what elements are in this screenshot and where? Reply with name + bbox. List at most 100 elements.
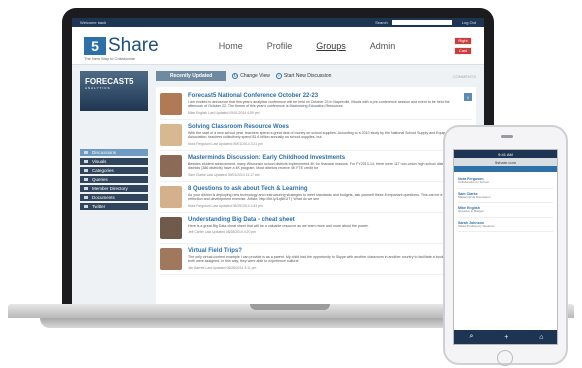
right-button[interactable]: Right bbox=[454, 36, 472, 45]
main-nav: Home Profile Groups Admin bbox=[219, 41, 396, 51]
comments-header: COMMENTS bbox=[452, 73, 476, 79]
discussion-list: Forecast5 National Conference October 22… bbox=[156, 87, 476, 304]
logo-text: Share bbox=[108, 34, 159, 56]
queries-icon bbox=[84, 178, 88, 181]
avatar bbox=[160, 186, 182, 208]
phone-item-title: Masterminds Discussion bbox=[458, 194, 491, 199]
sidebar-item-label: Member Directory bbox=[92, 186, 128, 191]
tab-recently-updated[interactable]: Recently Updated bbox=[156, 71, 227, 81]
list-item[interactable]: 8 Questions to ask about Tech & Learning… bbox=[160, 182, 472, 213]
logout-link[interactable]: Log Out bbox=[462, 20, 476, 25]
nav-home[interactable]: Home bbox=[219, 41, 243, 51]
sidebar-item-label: Categories bbox=[92, 168, 114, 173]
phone-address-bar[interactable]: 5share.com bbox=[454, 158, 557, 166]
view-tabs: Recently Updated ↻ Change View + Start New… bbox=[156, 71, 476, 81]
documents-icon bbox=[84, 196, 88, 199]
post-title[interactable]: Solving Classroom Resource Woes bbox=[188, 124, 472, 130]
post-excerpt: As your district is deploying new techno… bbox=[188, 193, 459, 202]
post-meta: Sam Clarke Last Updated 09/01/2014 11:17… bbox=[188, 172, 260, 177]
post-meta: Mike English Last Updated 09/01/2014 4:5… bbox=[188, 110, 260, 115]
sidebar-item-label: Visuals bbox=[92, 159, 107, 164]
change-view-link[interactable]: ↻ Change View bbox=[232, 73, 270, 79]
list-item[interactable]: Sarah Johnson Tablet-Proficiency Students bbox=[458, 218, 553, 233]
list-item[interactable]: Sam Clarke Masterminds Discussion bbox=[458, 189, 553, 204]
post-title[interactable]: 8 Questions to ask about Tech & Learning bbox=[188, 186, 472, 192]
sidebar-item-label: Documents bbox=[92, 195, 115, 200]
categories-icon bbox=[84, 169, 88, 172]
forecast5-banner[interactable]: FORECAST5 ANALYTICS bbox=[80, 71, 148, 111]
search-icon[interactable]: ⌕ bbox=[469, 333, 473, 341]
sidebar-item-label: Twitter bbox=[92, 204, 106, 209]
list-item[interactable]: Understanding Big Data - cheat sheet Her… bbox=[160, 213, 472, 244]
post-title[interactable]: Virtual Field Trips? bbox=[188, 248, 472, 254]
nav-profile[interactable]: Profile bbox=[267, 41, 293, 51]
post-title[interactable]: Forecast5 National Conference October 22… bbox=[188, 93, 452, 99]
sidebar-item-documents[interactable]: Documents bbox=[80, 194, 148, 201]
post-excerpt: Besides student achievement, many Wiscon… bbox=[188, 162, 467, 171]
tagline: The New Way to Collaborate bbox=[84, 56, 135, 61]
plus-icon: + bbox=[275, 73, 282, 79]
top-bar: Welcome back Search Log Out bbox=[72, 18, 484, 27]
phone-status-bar: 9:41 AM bbox=[454, 150, 557, 158]
change-view-label: Change View bbox=[240, 73, 270, 79]
sidebar-item-member-directory[interactable]: Member Directory bbox=[80, 185, 148, 192]
avatar bbox=[160, 155, 182, 177]
list-item[interactable]: Solving Classroom Resource Woes With the… bbox=[160, 120, 472, 151]
nav-groups[interactable]: Groups bbox=[316, 41, 346, 51]
sidebar-item-twitter[interactable]: Twitter bbox=[80, 203, 148, 210]
phone-tab-bar: ⌕ + ⌂ bbox=[454, 330, 557, 344]
post-excerpt: Here is a great Big Data cheat sheet tha… bbox=[188, 224, 369, 228]
phone-discussion-list: Nora Ferguson Collaboration in School Sam… bbox=[454, 172, 557, 234]
post-excerpt: With the start of a new school year, tea… bbox=[188, 131, 454, 140]
list-item[interactable]: Mike English Question in Budget bbox=[458, 203, 553, 218]
nav-admin[interactable]: Admin bbox=[370, 41, 396, 51]
cast-button[interactable]: Cast bbox=[454, 46, 472, 55]
post-meta: Nora Ferguson Last Updated 08/29/2014 2:… bbox=[188, 203, 263, 208]
avatar bbox=[160, 248, 182, 270]
home-icon[interactable]: ⌂ bbox=[539, 334, 543, 341]
laptop: Welcome back Search Log Out 5 Share The … bbox=[62, 8, 494, 308]
site-header: 5 Share The New Way to Collaborate Home … bbox=[72, 27, 484, 65]
start-discussion-link[interactable]: + Start New Discussion bbox=[275, 73, 332, 79]
sidebar-item-queries[interactable]: Queries bbox=[80, 176, 148, 183]
sidebar-menu: Discussions Visuals Categories Queries M… bbox=[80, 149, 148, 210]
list-item[interactable]: Nora Ferguson Collaboration in School bbox=[458, 174, 553, 189]
sidebar-item-visuals[interactable]: Visuals bbox=[80, 158, 148, 165]
phone-item-title: Question in Budget bbox=[458, 209, 484, 214]
list-item[interactable]: Virtual Field Trips? The only virtual co… bbox=[160, 244, 472, 275]
phone: 9:41 AM 5share.com Nora Ferguson Collabor… bbox=[443, 125, 568, 366]
add-icon[interactable]: + bbox=[504, 334, 508, 341]
sidebar-item-discussions[interactable]: Discussions bbox=[80, 149, 148, 156]
forecast5-title: FORECAST5 bbox=[85, 77, 134, 86]
members-icon bbox=[84, 187, 88, 190]
logo[interactable]: 5 Share bbox=[84, 35, 159, 57]
visuals-icon bbox=[84, 160, 88, 163]
post-meta: Jim Barrett Last Updated 08/28/2014 3:11… bbox=[188, 265, 257, 270]
header-right-buttons: Right Cast bbox=[454, 36, 472, 55]
post-title[interactable]: Masterminds Discussion: Early Childhood … bbox=[188, 155, 472, 161]
twitter-icon bbox=[84, 205, 88, 208]
start-discussion-label: Start New Discussion bbox=[283, 73, 332, 79]
post-title[interactable]: Understanding Big Data - cheat sheet bbox=[188, 217, 472, 223]
phone-item-title: Tablet-Proficiency Students bbox=[458, 223, 495, 228]
phone-home-button[interactable] bbox=[497, 350, 513, 366]
post-excerpt: I am excited to announce that this year'… bbox=[188, 100, 450, 109]
comment-count[interactable]: 1 bbox=[464, 93, 472, 101]
main-panel: Recently Updated ↻ Change View + Start New… bbox=[156, 71, 476, 304]
phone-screen: 9:41 AM 5share.com Nora Ferguson Collabor… bbox=[453, 149, 558, 345]
phone-item-title: Collaboration in School bbox=[458, 180, 489, 184]
forecast5-subtitle: ANALYTICS bbox=[85, 86, 111, 90]
list-item[interactable]: Forecast5 National Conference October 22… bbox=[160, 89, 472, 120]
sidebar-item-categories[interactable]: Categories bbox=[80, 167, 148, 174]
sidebar-item-label: Discussions bbox=[92, 150, 117, 155]
avatar bbox=[160, 93, 182, 115]
search-label: Search bbox=[375, 20, 388, 25]
laptop-screen: Welcome back Search Log Out 5 Share The … bbox=[72, 18, 484, 304]
content-area: FORECAST5 ANALYTICS Discussions Visuals … bbox=[72, 65, 484, 304]
post-meta: Jeff Carter Last Updated 08/28/2014 4:20… bbox=[188, 230, 256, 235]
discussions-icon bbox=[84, 151, 88, 154]
list-item[interactable]: Masterminds Discussion: Early Childhood … bbox=[160, 151, 472, 182]
laptop-notch bbox=[250, 304, 330, 310]
search-input[interactable] bbox=[391, 20, 452, 25]
sidebar: FORECAST5 ANALYTICS Discussions Visuals … bbox=[80, 71, 148, 304]
